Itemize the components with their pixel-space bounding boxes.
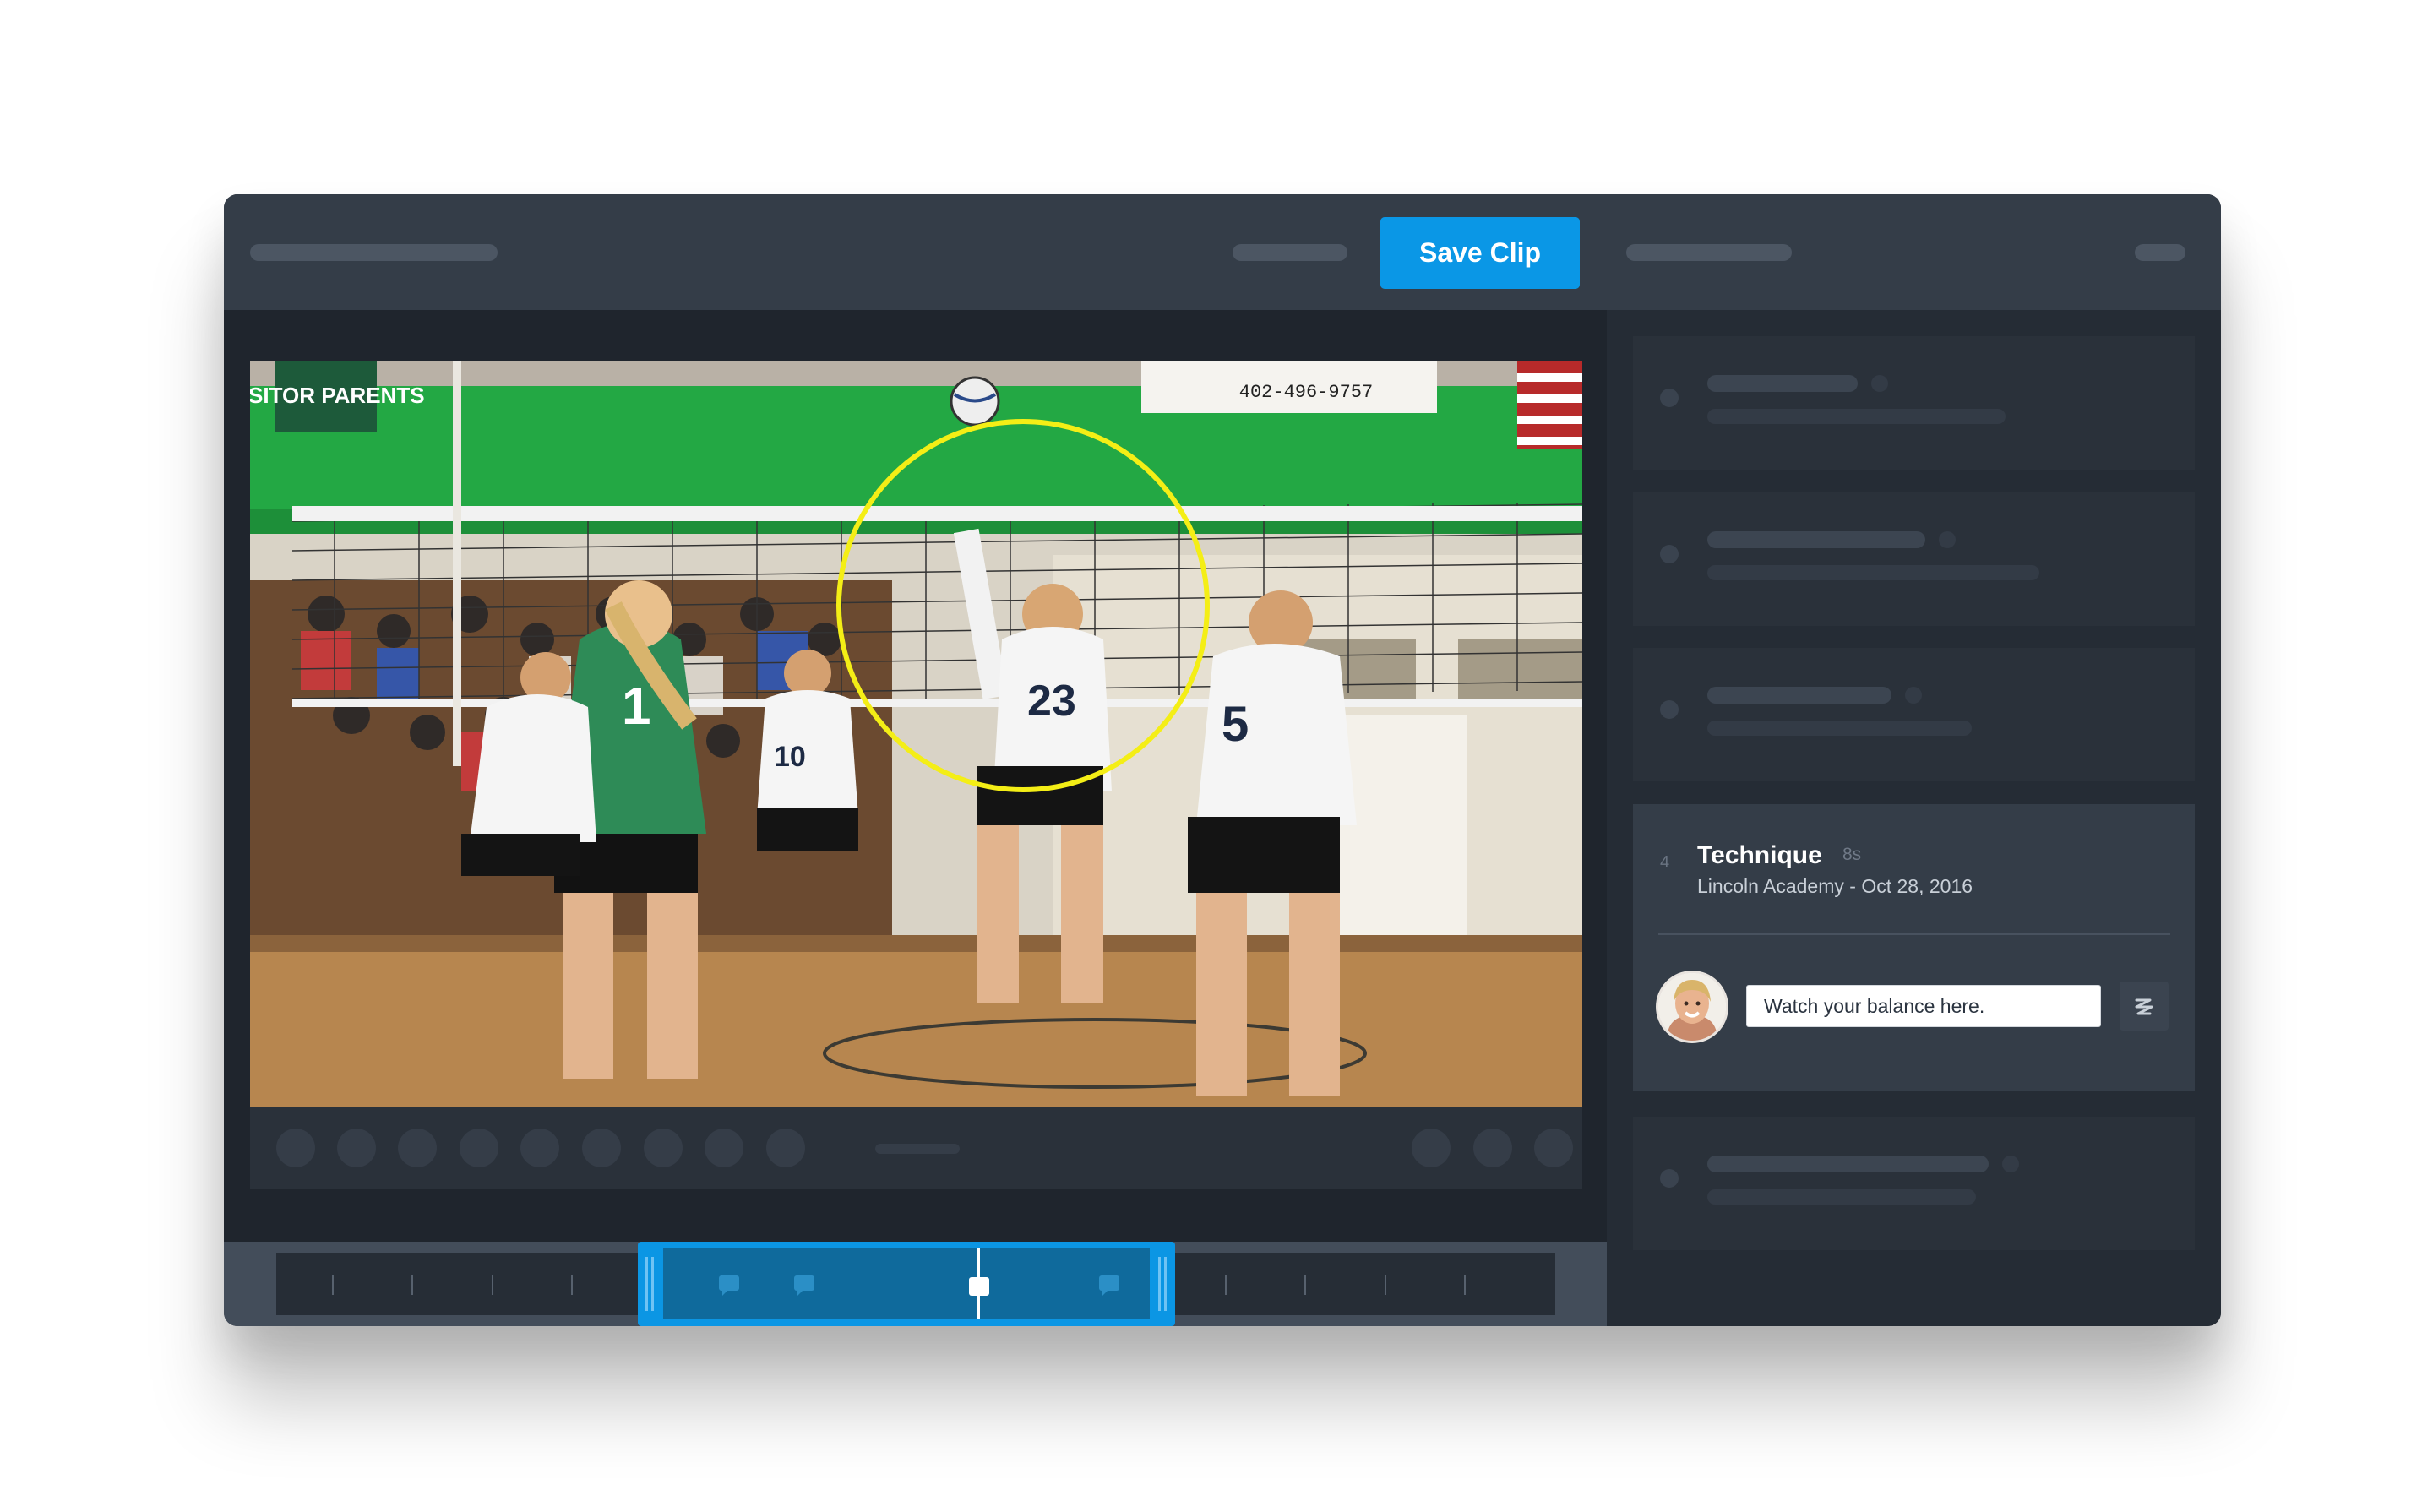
comment-marker-icon[interactable] [1099,1275,1119,1296]
comment-card-placeholder[interactable] [1633,1117,2195,1250]
avatar [1658,973,1726,1041]
volleyball-game-image: VISITOR PARENTS 402-496-9757 [250,361,1582,1107]
control-button[interactable] [460,1129,498,1167]
svg-text:1: 1 [622,677,650,736]
fullscreen-button[interactable] [1534,1129,1573,1167]
comments-sidebar: 4 Technique 8s Lincoln Academy - Oct 28,… [1607,310,2221,1326]
timeline-tick [332,1275,334,1295]
time-placeholder [875,1144,960,1154]
comment-note-input[interactable] [1746,985,2101,1027]
telestrate-draw-button[interactable] [2120,982,2169,1031]
clip-timeline [224,1242,1607,1326]
selection-end-handle[interactable] [1158,1257,1161,1311]
comment-subtitle: Lincoln Academy - Oct 28, 2016 [1697,875,1973,897]
control-button[interactable] [520,1129,559,1167]
comment-card-placeholder[interactable] [1633,336,2195,470]
close-panel-placeholder[interactable] [2135,244,2185,261]
comment-index: 4 [1660,853,1670,872]
selection-end-handle[interactable] [1164,1257,1167,1311]
clip-selection-range[interactable] [638,1242,1175,1326]
control-button[interactable] [644,1129,683,1167]
panel-title-placeholder [1626,244,1792,261]
video-controls [250,1107,1582,1189]
active-comment-card[interactable]: 4 Technique 8s Lincoln Academy - Oct 28,… [1633,804,2195,1091]
control-button[interactable] [582,1129,621,1167]
svg-text:5: 5 [1222,697,1249,752]
selection-start-handle[interactable] [651,1257,654,1311]
control-button[interactable] [398,1129,437,1167]
timeline-tick [492,1275,493,1295]
clip-title-placeholder [250,244,498,261]
draw-squiggle-icon [2135,998,2153,1015]
control-button[interactable] [337,1129,376,1167]
comment-title: Technique [1697,841,1822,869]
video-stage: VISITOR PARENTS 402-496-9757 [224,310,1607,1208]
svg-text:10: 10 [774,741,806,773]
banner-text: VISITOR PARENTS [250,383,425,408]
timeline-tick [411,1275,413,1295]
play-button[interactable] [276,1129,315,1167]
card-divider [1658,933,2170,935]
control-button[interactable] [1412,1129,1451,1167]
toolbar-option-placeholder[interactable] [1233,244,1347,261]
control-button[interactable] [1473,1129,1512,1167]
comment-marker-icon[interactable] [719,1275,739,1296]
sign-phone-text: 402-496-9757 [1239,382,1373,403]
save-clip-button[interactable]: Save Clip [1380,217,1580,289]
timeline-tick [1464,1275,1466,1295]
timeline-tick [571,1275,573,1295]
comment-card-placeholder[interactable] [1633,648,2195,781]
user-avatar-image [1658,973,1726,1041]
playhead-handle[interactable] [969,1277,989,1296]
top-toolbar: Save Clip [224,194,2221,310]
comment-card-placeholder[interactable] [1633,492,2195,626]
timeline-tick [1225,1275,1227,1295]
selection-inner [663,1248,1150,1319]
timeline-tick [1304,1275,1306,1295]
svg-text:23: 23 [1027,677,1076,726]
timeline-tick [1385,1275,1386,1295]
selection-start-handle[interactable] [645,1257,648,1311]
comment-duration: 8s [1842,845,1862,864]
control-button[interactable] [705,1129,743,1167]
clip-editor-window: Save Clip SITOR PARENTS 402-496-9757 1 2… [224,194,2221,1326]
comment-marker-icon[interactable] [794,1275,814,1296]
video-frame[interactable]: VISITOR PARENTS 402-496-9757 [250,361,1582,1107]
control-button[interactable] [766,1129,805,1167]
